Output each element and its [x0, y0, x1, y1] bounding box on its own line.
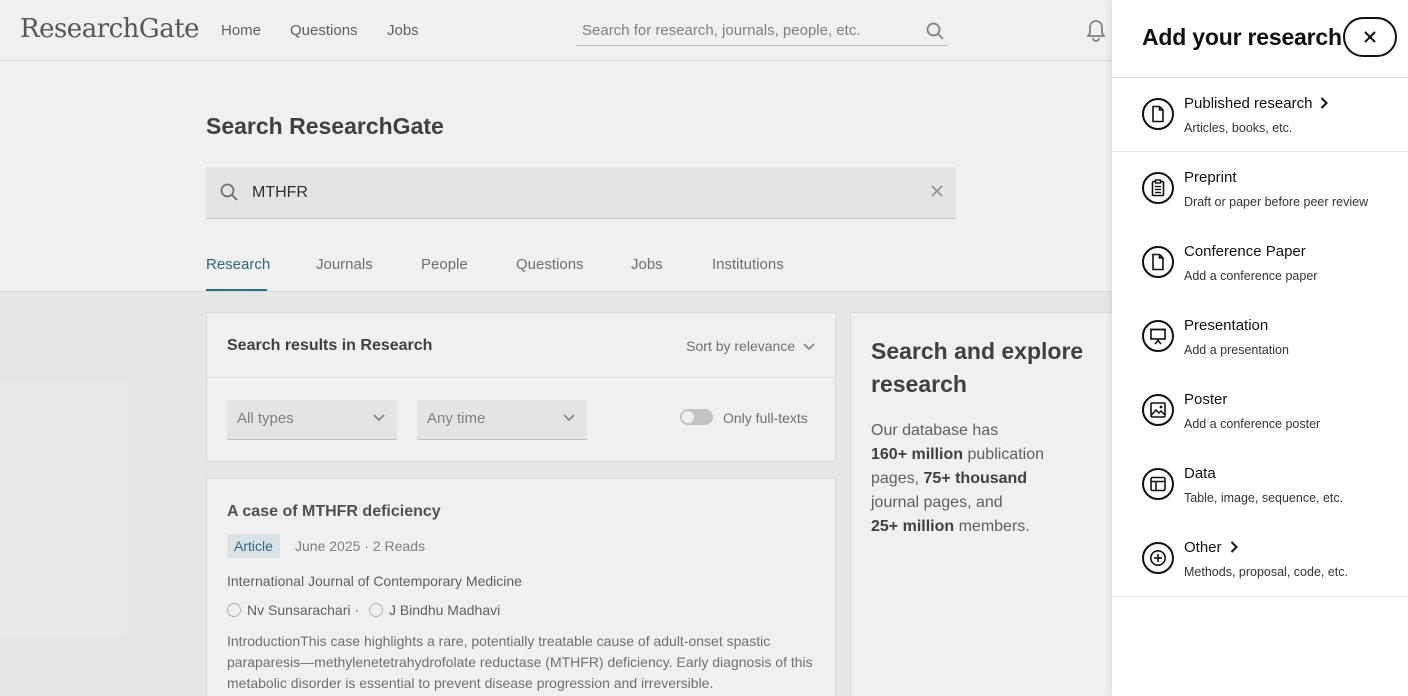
close-icon [1364, 31, 1376, 43]
drawer-title: Add your research [1142, 24, 1342, 50]
menu-item-label: Preprint [1184, 169, 1237, 186]
chevron-right-icon [1321, 97, 1329, 109]
menu-item-conference-paper[interactable]: Conference Paper Add a conference paper [1112, 226, 1408, 300]
menu-item-label: Data [1184, 465, 1216, 482]
document-icon [1142, 98, 1174, 130]
menu-item-description: Articles, books, etc. [1184, 121, 1293, 135]
menu-item-presentation[interactable]: Presentation Add a presentation [1112, 300, 1408, 374]
menu-item-description: Add a conference poster [1184, 417, 1321, 431]
add-research-drawer: Add your research Published research Art… [1112, 0, 1408, 696]
modal-overlay[interactable] [0, 0, 1112, 696]
menu-item-description: Add a presentation [1184, 343, 1289, 357]
menu-item-description: Methods, proposal, code, etc. [1184, 565, 1348, 579]
menu-item-description: Draft or paper before peer review [1184, 195, 1369, 209]
menu-item-label: Presentation [1184, 317, 1269, 334]
chevron-right-icon [1230, 541, 1238, 553]
layout-table-icon [1142, 468, 1174, 500]
menu-item-label-text: Other [1184, 539, 1222, 556]
close-button[interactable] [1343, 17, 1397, 57]
menu-item-label: Poster [1184, 391, 1228, 408]
menu-item-data[interactable]: Data Table, image, sequence, etc. [1112, 448, 1408, 522]
menu-item-label: Other [1184, 539, 1238, 556]
menu-item-label-text: Published research [1184, 95, 1313, 112]
menu-item-label: Published research [1184, 95, 1329, 112]
plus-circle-icon [1142, 542, 1174, 574]
clipboard-icon [1142, 172, 1174, 204]
divider [1112, 596, 1408, 597]
menu-item-label: Conference Paper [1184, 243, 1306, 260]
presentation-board-icon [1142, 320, 1174, 352]
menu-item-published-research[interactable]: Published research Articles, books, etc. [1112, 78, 1408, 152]
menu-item-description: Add a conference paper [1184, 269, 1318, 283]
menu-item-other[interactable]: Other Methods, proposal, code, etc. [1112, 522, 1408, 596]
image-icon [1142, 394, 1174, 426]
menu-item-description: Table, image, sequence, etc. [1184, 491, 1344, 505]
menu-item-preprint[interactable]: Preprint Draft or paper before peer revi… [1112, 152, 1408, 226]
document-icon [1142, 246, 1174, 278]
menu-item-poster[interactable]: Poster Add a conference poster [1112, 374, 1408, 448]
